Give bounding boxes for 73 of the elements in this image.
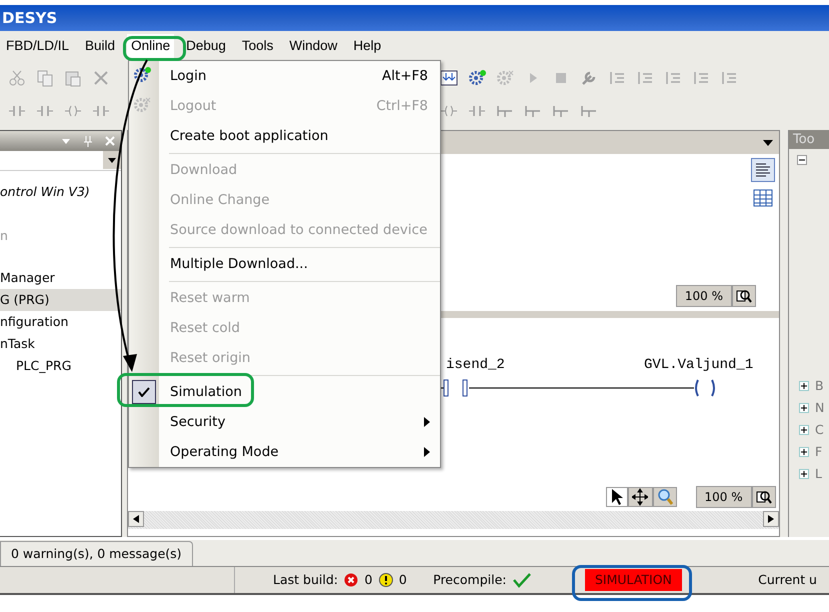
move-button[interactable] bbox=[628, 487, 652, 507]
pointer-button[interactable] bbox=[606, 487, 628, 507]
tree-item[interactable]: Manager bbox=[0, 267, 121, 290]
menu-item[interactable]: FBD/LD/IL bbox=[2, 34, 74, 58]
warning-count: 0 bbox=[398, 570, 407, 589]
tree-item[interactable]: L bbox=[815, 464, 822, 484]
menu-item[interactable]: Multiple Download... bbox=[159, 254, 308, 274]
status-label: Last build: bbox=[273, 570, 338, 589]
gear-icon[interactable] bbox=[468, 68, 486, 86]
tree-item[interactable]: G (PRG) bbox=[0, 289, 121, 312]
panel-title: Too bbox=[789, 130, 829, 150]
combo-field[interactable] bbox=[0, 151, 121, 172]
expand-icon[interactable] bbox=[799, 403, 809, 414]
highlight-outline bbox=[123, 36, 186, 61]
error-count: 0 bbox=[364, 570, 372, 589]
menu-item[interactable]: Window bbox=[285, 34, 342, 58]
menu-item[interactable]: Help bbox=[349, 34, 386, 58]
shortcut-label: Alt+F8 bbox=[382, 66, 429, 86]
tree-item[interactable]: F bbox=[815, 442, 822, 462]
tree-item[interactable]: N bbox=[815, 398, 824, 418]
menu-item[interactable]: Simulation bbox=[159, 382, 242, 402]
magnifier-icon bbox=[756, 489, 772, 505]
pointer-icon bbox=[610, 488, 624, 506]
tree-item[interactable]: ontrol Win V3) bbox=[0, 181, 121, 204]
zoom-button[interactable]: 100 % bbox=[676, 285, 732, 308]
menu-item[interactable]: Create boot application bbox=[159, 126, 328, 146]
magnifier-icon bbox=[736, 288, 752, 304]
expand-icon[interactable] bbox=[799, 469, 809, 480]
check-icon bbox=[138, 387, 150, 397]
error-icon bbox=[344, 573, 358, 587]
scissors-icon[interactable] bbox=[8, 68, 26, 86]
scroll-right-button[interactable] bbox=[763, 511, 779, 528]
right-arrow-icon bbox=[768, 515, 774, 524]
window-title: DESYS bbox=[2, 8, 58, 29]
warning-icon bbox=[378, 573, 393, 587]
menu-item[interactable]: Security bbox=[159, 412, 226, 432]
status-label: Precompile: bbox=[433, 570, 506, 589]
tree-item[interactable]: PLC_PRG bbox=[0, 355, 121, 378]
status-label: Current u bbox=[758, 570, 817, 589]
scroll-left-button[interactable] bbox=[128, 511, 144, 528]
close-icon[interactable] bbox=[105, 136, 115, 146]
tree-item[interactable]: C bbox=[815, 420, 824, 440]
menu-item[interactable]: Debug bbox=[182, 34, 230, 58]
table-view-icon[interactable] bbox=[753, 188, 773, 208]
simulation-indicator: SIMULATION bbox=[584, 568, 682, 592]
download-icon[interactable] bbox=[440, 68, 458, 86]
menu-item[interactable]: Login bbox=[159, 66, 206, 86]
dropdown-icon[interactable] bbox=[763, 138, 773, 147]
messages-tab[interactable]: 0 warning(s), 0 message(s) bbox=[0, 541, 193, 566]
horizontal-scrollbar[interactable] bbox=[128, 511, 779, 530]
left-arrow-icon bbox=[133, 515, 139, 524]
expand-icon[interactable] bbox=[799, 381, 809, 392]
expand-icon[interactable] bbox=[799, 425, 809, 436]
tree-item[interactable]: nfiguration bbox=[0, 311, 121, 334]
menu-item[interactable]: Tools bbox=[238, 34, 278, 58]
pin-icon[interactable] bbox=[83, 135, 93, 148]
text-view-icon[interactable] bbox=[751, 158, 775, 182]
delete-icon[interactable] bbox=[92, 68, 110, 86]
menu-item[interactable]: Operating Mode bbox=[159, 442, 279, 462]
collapse-icon[interactable] bbox=[797, 155, 807, 166]
zoom-button[interactable]: 100 % bbox=[696, 486, 752, 508]
menu-item[interactable]: Build bbox=[81, 34, 120, 58]
tree-item[interactable]: B bbox=[815, 376, 824, 396]
zoom-icon-button[interactable] bbox=[732, 285, 756, 308]
dropdown-icon bbox=[107, 156, 117, 164]
shortcut-label: Ctrl+F8 bbox=[376, 96, 429, 116]
expand-icon[interactable] bbox=[799, 447, 809, 458]
copy-icon[interactable] bbox=[36, 68, 54, 86]
tree-item[interactable]: nTask bbox=[0, 333, 121, 356]
magnifier-icon bbox=[656, 488, 673, 506]
zoom-icon-button[interactable] bbox=[752, 486, 776, 508]
move-icon bbox=[632, 488, 648, 506]
paste-icon[interactable] bbox=[64, 68, 82, 86]
